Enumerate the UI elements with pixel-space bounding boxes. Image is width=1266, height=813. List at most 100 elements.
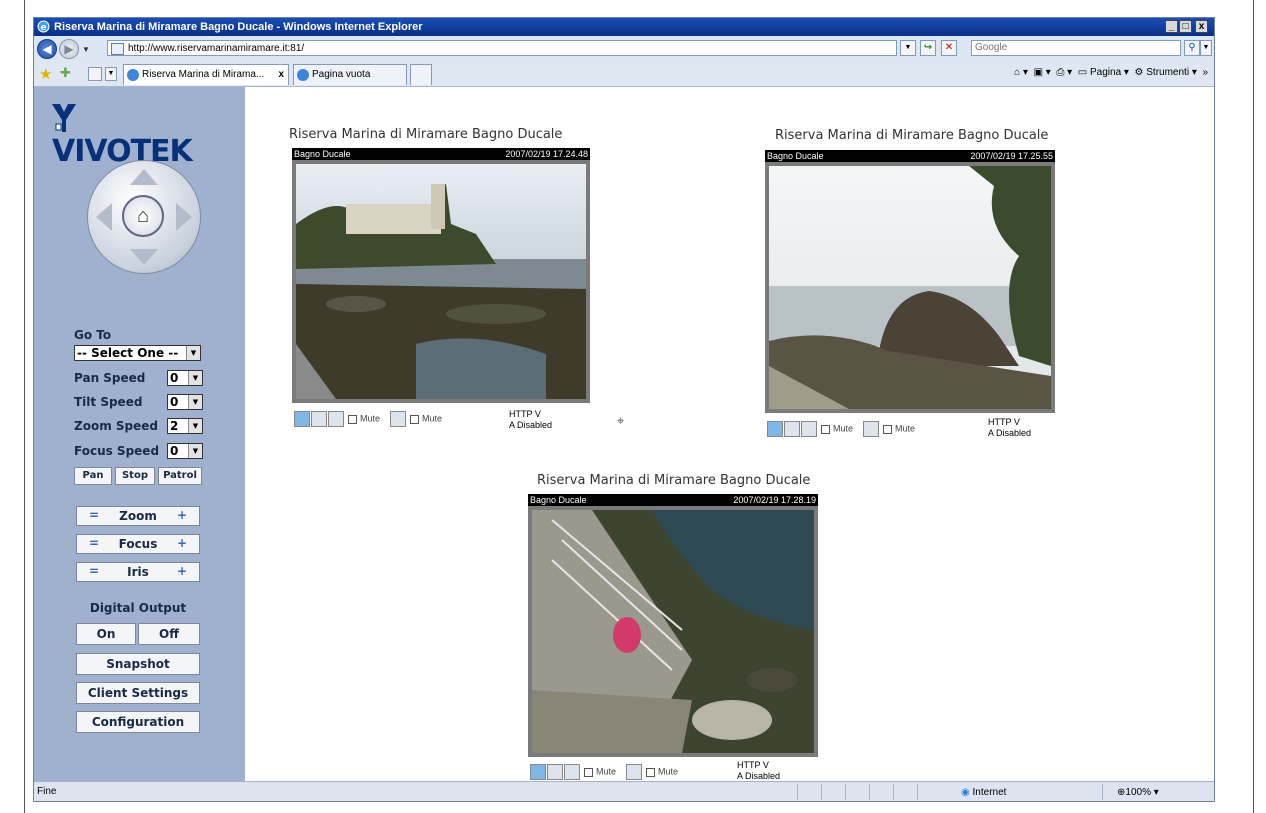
zoom-level[interactable]: ⊕100% ▾ <box>1117 783 1159 801</box>
camera-1-talk-icon[interactable] <box>311 411 327 427</box>
camera-1-audio-status: A Disabled <box>509 420 553 430</box>
chevron-more-icon[interactable]: » <box>1202 67 1208 78</box>
camera-2-name: Bagno Ducale <box>767 151 824 161</box>
focus-far-button[interactable]: + <box>177 536 187 550</box>
zoom-in-button[interactable]: + <box>177 508 187 522</box>
quick-tabs-icon[interactable] <box>88 67 102 81</box>
camera-2-talk-icon[interactable] <box>784 421 800 437</box>
camera-2-speaker-icon[interactable] <box>801 421 817 437</box>
tilt-down-arrow-icon[interactable] <box>130 249 158 265</box>
snapshot-button[interactable]: Snapshot <box>76 653 200 675</box>
tilt-speed-select[interactable]: 0 ▼ <box>167 394 203 410</box>
pan-speed-select[interactable]: 0 ▼ <box>167 370 203 386</box>
camera-2-mic-mute-label: Mute <box>895 423 916 434</box>
tilt-up-arrow-icon[interactable] <box>130 169 158 185</box>
camera-1-mic-icon[interactable] <box>390 411 407 427</box>
tab-list-icon[interactable]: ▼ <box>105 67 117 81</box>
zoom-speed-select[interactable]: 2 ▼ <box>167 418 203 434</box>
search-input[interactable]: Google <box>971 40 1181 56</box>
camera-1-protocol: HTTP V <box>509 409 541 419</box>
page-menu[interactable]: ▭ Pagina ▾ <box>1078 67 1129 78</box>
camera-2-mic-mute-checkbox[interactable] <box>883 424 893 434</box>
tab-pagina-vuota[interactable]: Pagina vuota <box>293 64 407 85</box>
zoom-speed-label: Zoom Speed <box>74 419 158 433</box>
digital-output-on-button[interactable]: On <box>76 623 136 645</box>
refresh-icon[interactable]: ↪ <box>920 40 936 56</box>
ie-page-icon <box>127 69 139 81</box>
status-divider <box>1102 784 1103 800</box>
camera-3-play-icon[interactable] <box>530 764 546 780</box>
camera-3-mute-label: Mute <box>596 766 617 777</box>
patrol-button[interactable]: Patrol <box>158 467 202 485</box>
camera-3-mic-icon[interactable] <box>626 764 643 780</box>
camera-2-video[interactable] <box>765 162 1055 413</box>
camera-2-mic-icon[interactable] <box>863 421 880 437</box>
globe-icon: ◉ <box>961 787 970 798</box>
focus-speed-label: Focus Speed <box>74 444 160 458</box>
camera-1-header: Bagno Ducale 2007/02/19 17.24.48 <box>292 148 590 160</box>
pan-right-arrow-icon[interactable] <box>176 203 192 231</box>
cursor-crosshair-icon: ⌖ <box>617 413 625 428</box>
focus-speed-select[interactable]: 0 ▼ <box>167 443 203 459</box>
go-to-select[interactable]: -- Select One -- ▼ <box>74 345 201 361</box>
status-bar: Fine ◉ Internet ⊕100% ▾ <box>34 781 1214 801</box>
pan-button[interactable]: Pan <box>74 467 112 485</box>
camera-3-mic-mute-checkbox[interactable] <box>646 767 656 777</box>
forward-arrow-icon: ▶ <box>64 42 74 56</box>
camera-1-speaker-icon[interactable] <box>328 411 344 427</box>
zoom-speed-value: 2 <box>170 419 179 433</box>
add-favorites-icon[interactable]: ✚ <box>60 65 71 81</box>
camera-1-video[interactable] <box>292 160 590 403</box>
search-options-icon[interactable]: ▼ <box>1200 40 1212 56</box>
tab-riserva[interactable]: Riserva Marina di Mirama... x <box>123 64 289 85</box>
address-input[interactable]: http://www.riservamarinamiramare.it:81/ <box>107 40 897 56</box>
print-icon[interactable]: ⎙ ▾ <box>1056 67 1072 78</box>
home-icon[interactable]: ⌂ ▾ <box>1014 67 1028 78</box>
back-button[interactable]: ◀ <box>37 39 57 59</box>
chevron-down-icon: ▼ <box>188 395 202 409</box>
configuration-button[interactable]: Configuration <box>76 711 200 733</box>
camera-2-mute-checkbox[interactable] <box>821 424 830 434</box>
camera-3-video[interactable] <box>528 506 818 757</box>
close-button[interactable]: x <box>1195 20 1208 33</box>
focus-control: = Focus + <box>76 534 200 554</box>
frame-border-left <box>24 0 25 813</box>
stop-button[interactable]: Stop <box>115 467 155 485</box>
chevron-down-icon: ▼ <box>188 371 202 385</box>
camera-1-mute-checkbox[interactable] <box>348 414 357 424</box>
security-zone[interactable]: ◉ Internet <box>961 783 1006 801</box>
stop-icon[interactable]: ✕ <box>941 40 957 56</box>
tools-menu[interactable]: ⚙ Strumenti ▾ <box>1135 67 1197 78</box>
camera-3-speaker-icon[interactable] <box>564 764 580 780</box>
new-tab-button[interactable] <box>410 64 432 85</box>
digital-output-off-button[interactable]: Off <box>138 623 200 645</box>
focus-speed-value: 0 <box>170 444 179 458</box>
minimize-button[interactable]: _ <box>1165 20 1178 33</box>
forward-button[interactable]: ▶ <box>59 39 79 59</box>
tab-close-icon[interactable]: x <box>278 65 284 84</box>
search-icon[interactable]: ⚲ <box>1184 40 1200 56</box>
client-settings-button[interactable]: Client Settings <box>76 682 200 704</box>
camera-3-talk-icon[interactable] <box>547 764 563 780</box>
home-position-icon[interactable]: ⌂ <box>122 195 164 237</box>
history-dropdown-icon[interactable]: ▼ <box>82 45 90 54</box>
camera-2-controls: Mute Mute <box>767 421 915 437</box>
maximize-button[interactable]: □ <box>1179 20 1192 33</box>
camera-1-mic-mute-checkbox[interactable] <box>410 414 420 424</box>
browser-window: e Riserva Marina di Miramare Bagno Ducal… <box>33 17 1215 802</box>
camera-2-protocol: HTTP V <box>988 417 1020 427</box>
camera-2-play-icon[interactable] <box>767 421 783 437</box>
page-content: VIVOTEK ⌂ Go To -- Select One -- ▼ Pan S… <box>34 87 1214 781</box>
camera-1-play-icon[interactable] <box>294 411 310 427</box>
favorites-star-icon[interactable]: ★ <box>39 65 52 83</box>
ie-page-icon <box>297 69 309 81</box>
chevron-down-icon: ▼ <box>188 444 202 458</box>
camera-3-mute-checkbox[interactable] <box>584 767 593 777</box>
chevron-down-icon: ▼ <box>186 346 200 360</box>
pan-left-arrow-icon[interactable] <box>96 203 112 231</box>
status-divider <box>821 784 822 800</box>
go-to-label: Go To <box>74 328 112 342</box>
iris-open-button[interactable]: + <box>177 564 187 578</box>
address-dropdown-button[interactable]: ▼ <box>900 40 916 56</box>
feeds-icon[interactable]: ▣ ▾ <box>1034 67 1051 78</box>
